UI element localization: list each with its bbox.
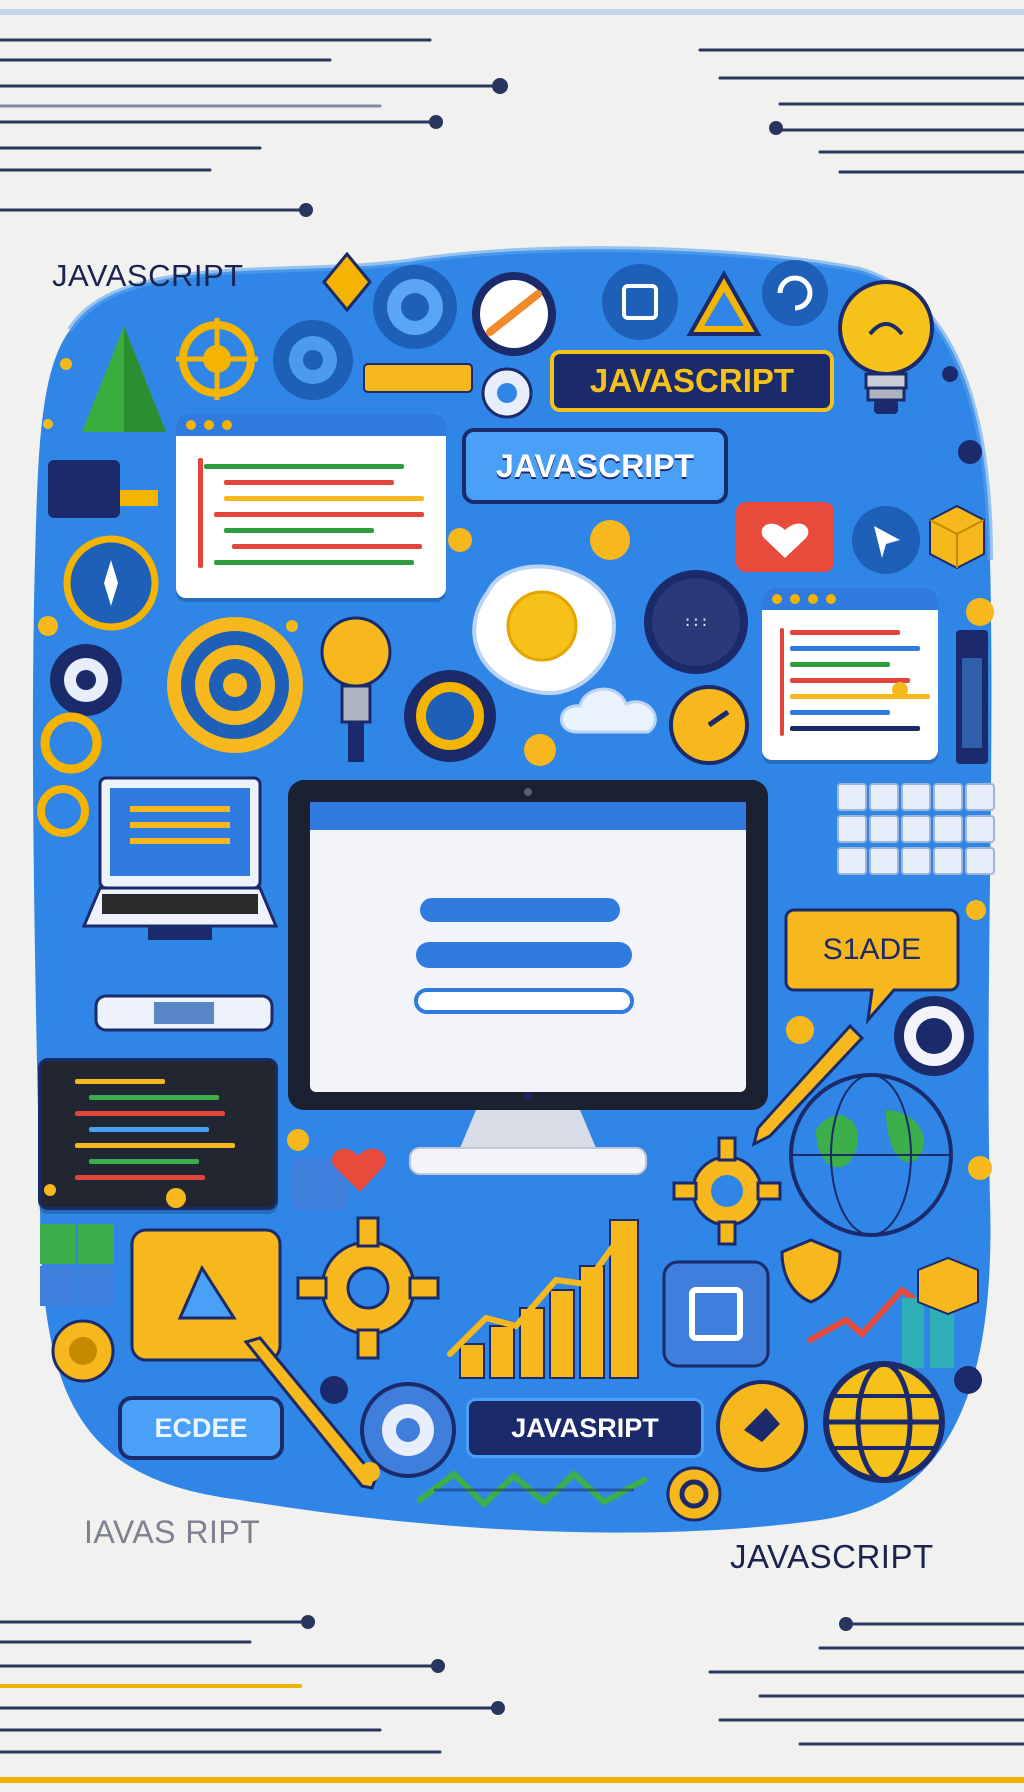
decor-dots bbox=[38, 358, 994, 1482]
